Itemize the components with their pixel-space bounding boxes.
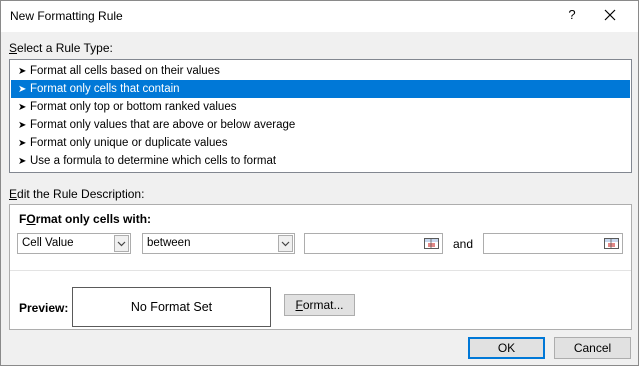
rule-type-item[interactable]: ➤ Use a formula to determine which cells … <box>11 152 630 170</box>
rule-type-item[interactable]: ➤ Format all cells based on their values <box>11 62 630 80</box>
bullet-arrow-icon: ➤ <box>18 84 27 95</box>
format-preview: No Format Set <box>72 287 271 327</box>
dialog-title: New Formatting Rule <box>10 9 123 23</box>
rule-type-item[interactable]: ➤ Format only unique or duplicate values <box>11 134 630 152</box>
bullet-arrow-icon: ➤ <box>18 120 27 131</box>
rule-description-panel: FOrmat only cells with: Cell Value betwe… <box>9 204 632 330</box>
ok-button[interactable]: OK <box>468 337 545 359</box>
condition-type-value: Cell Value <box>22 237 74 249</box>
range-select-icon[interactable] <box>422 235 441 252</box>
and-label: and <box>453 237 474 251</box>
condition-area: FOrmat only cells with: Cell Value betwe… <box>10 205 631 271</box>
rule-type-item[interactable]: ➤ Format only values that are above or be… <box>11 116 630 134</box>
format-button[interactable]: Format... <box>284 294 355 316</box>
rule-description-label: Edit the Rule Description: <box>9 187 145 201</box>
chevron-down-icon[interactable] <box>278 235 293 252</box>
condition-type-select[interactable]: Cell Value <box>17 233 131 254</box>
bullet-arrow-icon: ➤ <box>18 66 27 77</box>
cancel-button[interactable]: Cancel <box>554 337 631 359</box>
preview-label: Preview: <box>19 301 69 315</box>
rule-type-item[interactable]: ➤ Format only top or bottom ranked values <box>11 98 630 116</box>
rule-type-item-selected[interactable]: ➤ Format only cells that contain <box>11 80 630 98</box>
chevron-down-icon[interactable] <box>114 235 129 252</box>
operator-select[interactable]: between <box>142 233 295 254</box>
rule-type-listbox[interactable]: ➤ Format all cells based on their values … <box>9 59 632 173</box>
bullet-arrow-icon: ➤ <box>18 156 27 167</box>
rule-type-label: Select a Rule Type: <box>9 41 113 55</box>
title-bar: New Formatting Rule ? <box>1 1 638 32</box>
value-2-input[interactable] <box>483 233 623 254</box>
close-button[interactable] <box>595 5 625 25</box>
format-only-cells-label: FOrmat only cells with: <box>19 212 152 226</box>
bullet-arrow-icon: ➤ <box>18 102 27 113</box>
range-select-icon[interactable] <box>602 235 621 252</box>
close-icon <box>604 9 616 21</box>
value-1-input[interactable] <box>304 233 443 254</box>
operator-value: between <box>147 237 191 249</box>
help-button[interactable]: ? <box>557 5 587 25</box>
bullet-arrow-icon: ➤ <box>18 138 27 149</box>
new-formatting-rule-dialog: New Formatting Rule ? Select a Rule Type… <box>0 0 639 366</box>
